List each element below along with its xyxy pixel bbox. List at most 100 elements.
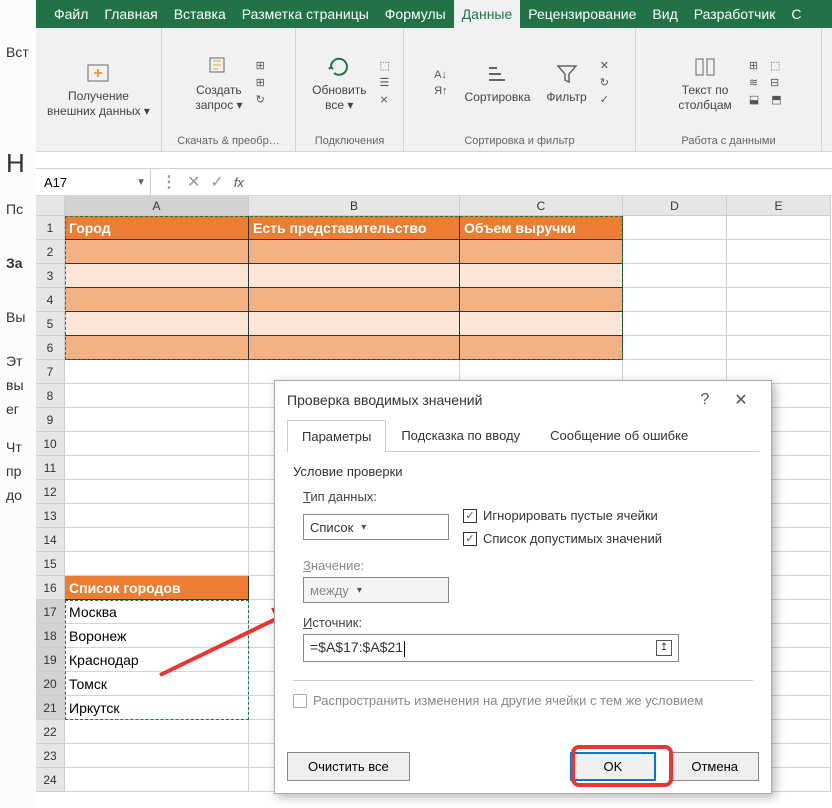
row-header-1[interactable]: 1 [36, 216, 65, 240]
mini-btn[interactable]: ⬚ [767, 58, 783, 73]
row-header-14[interactable]: 14 [36, 528, 65, 552]
cell[interactable] [623, 216, 727, 240]
mini-btn[interactable]: ⊞ [746, 58, 761, 73]
mini-btn[interactable]: ✓ [597, 92, 612, 107]
col-header-C[interactable]: C [460, 196, 623, 216]
tab-developer[interactable]: Разработчик [686, 0, 784, 28]
cell[interactable] [65, 288, 249, 312]
sort-button[interactable]: Сортировка [459, 56, 537, 108]
row-header-6[interactable]: 6 [36, 336, 65, 360]
row-header-12[interactable]: 12 [36, 480, 65, 504]
cell[interactable] [65, 240, 249, 264]
cancel-icon[interactable]: ✕ [187, 172, 200, 192]
cell[interactable] [460, 336, 623, 360]
cell[interactable] [727, 336, 831, 360]
cell[interactable] [249, 288, 460, 312]
cell[interactable]: Город [65, 216, 249, 240]
row-header-11[interactable]: 11 [36, 456, 65, 480]
cell[interactable] [65, 480, 249, 504]
cell[interactable] [249, 264, 460, 288]
cell[interactable] [65, 456, 249, 480]
tab-input-hint[interactable]: Подсказка по вводу [386, 419, 535, 451]
cell[interactable]: Есть представительство [249, 216, 460, 240]
row-header-7[interactable]: 7 [36, 360, 65, 384]
cell[interactable] [249, 312, 460, 336]
row-header-15[interactable]: 15 [36, 552, 65, 576]
close-button[interactable]: ✕ [723, 390, 759, 410]
mini-btn[interactable]: ⬚ [376, 58, 392, 73]
row-header-3[interactable]: 3 [36, 264, 65, 288]
mini-btn[interactable]: ↻ [253, 92, 268, 107]
cell[interactable] [727, 216, 831, 240]
col-header-E[interactable]: E [727, 196, 831, 216]
cell[interactable]: Краснодар [65, 648, 249, 672]
more-icon[interactable]: ⋮ [161, 172, 177, 192]
tab-insert[interactable]: Вставка [166, 0, 234, 28]
row-header-2[interactable]: 2 [36, 240, 65, 264]
cell[interactable] [460, 264, 623, 288]
source-range-input[interactable]: =$A$17:$A$21 ↥ [303, 634, 679, 662]
cell[interactable]: Воронеж [65, 624, 249, 648]
filter-button[interactable]: Фильтр [540, 56, 592, 108]
tab-parameters[interactable]: Параметры [287, 420, 386, 452]
mini-btn[interactable]: ☰ [376, 75, 392, 90]
validation-type-select[interactable]: Список ▾ [303, 514, 449, 540]
cell[interactable] [65, 552, 249, 576]
tab-file[interactable]: Файл [46, 0, 96, 28]
refresh-all-button[interactable]: Обновить все ▾ [306, 49, 372, 116]
mini-btn[interactable]: ⊞ [253, 75, 268, 90]
fx-icon[interactable]: fx [234, 175, 244, 190]
row-header-18[interactable]: 18 [36, 624, 65, 648]
cell[interactable] [623, 312, 727, 336]
help-button[interactable]: ? [687, 391, 723, 409]
mini-btn[interactable]: ⨯ [376, 92, 392, 107]
cell[interactable] [65, 768, 249, 792]
row-header-24[interactable]: 24 [36, 768, 65, 792]
cell[interactable] [727, 240, 831, 264]
mini-btn[interactable]: ↻ [597, 75, 612, 90]
row-header-19[interactable]: 19 [36, 648, 65, 672]
clear-all-button[interactable]: Очистить все [287, 752, 410, 781]
cell[interactable] [460, 312, 623, 336]
select-all-triangle[interactable] [36, 196, 65, 216]
col-header-B[interactable]: B [249, 196, 460, 216]
row-header-16[interactable]: 16 [36, 576, 65, 600]
row-header-17[interactable]: 17 [36, 600, 65, 624]
sort-desc-button[interactable]: Я↑ [431, 84, 450, 98]
tab-page-layout[interactable]: Разметка страницы [234, 0, 377, 28]
row-header-9[interactable]: 9 [36, 408, 65, 432]
mini-btn[interactable]: ✕ [597, 58, 612, 73]
cell[interactable] [65, 528, 249, 552]
cell[interactable] [623, 240, 727, 264]
tab-more[interactable]: С [783, 0, 809, 28]
cell[interactable] [623, 264, 727, 288]
row-header-22[interactable]: 22 [36, 720, 65, 744]
range-picker-icon[interactable]: ↥ [656, 640, 672, 656]
enter-icon[interactable]: ✓ [210, 172, 223, 192]
cell[interactable] [623, 336, 727, 360]
row-header-23[interactable]: 23 [36, 744, 65, 768]
col-header-A[interactable]: A [65, 196, 249, 216]
mini-btn[interactable]: ≋ [746, 75, 761, 90]
mini-btn[interactable]: ⬒ [768, 92, 784, 107]
formula-bar-input[interactable] [254, 169, 832, 195]
cell[interactable] [727, 264, 831, 288]
cell[interactable] [65, 360, 249, 384]
cell[interactable] [65, 384, 249, 408]
mini-btn[interactable]: ⬓ [746, 92, 762, 107]
tab-home[interactable]: Главная [96, 0, 165, 28]
cell[interactable] [65, 336, 249, 360]
cell[interactable] [65, 408, 249, 432]
mini-btn[interactable]: ⊞ [253, 58, 268, 73]
cell[interactable] [460, 288, 623, 312]
name-box[interactable]: A17 ▼ [36, 169, 151, 195]
tab-review[interactable]: Рецензирование [520, 0, 644, 28]
row-header-21[interactable]: 21 [36, 696, 65, 720]
row-header-20[interactable]: 20 [36, 672, 65, 696]
in-cell-dropdown-checkbox[interactable]: ✓ Список допустимых значений [463, 531, 662, 546]
cell[interactable] [65, 432, 249, 456]
row-header-10[interactable]: 10 [36, 432, 65, 456]
get-external-data-button[interactable]: Получение внешних данных ▾ [41, 55, 156, 122]
cell[interactable] [65, 720, 249, 744]
row-header-13[interactable]: 13 [36, 504, 65, 528]
